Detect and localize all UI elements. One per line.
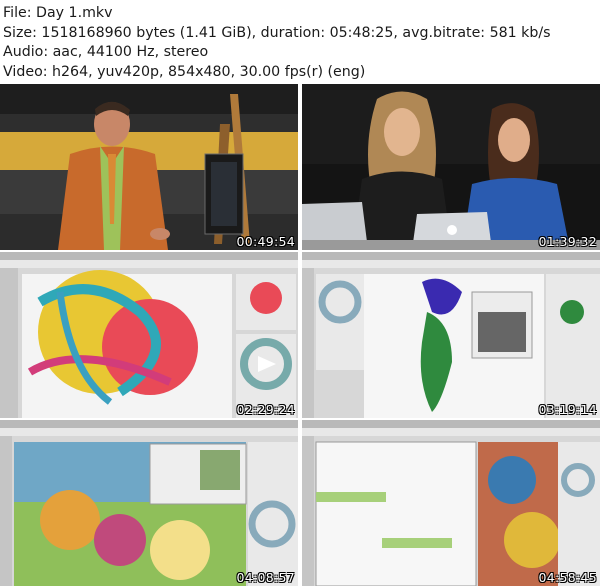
hosts-laptops-image bbox=[302, 84, 600, 250]
timestamp: 04:08:57 bbox=[236, 570, 295, 585]
file-name-line: File: Day 1.mkv bbox=[3, 5, 113, 21]
painter-abstract-image bbox=[0, 252, 298, 418]
thumbnail-painter-brushes[interactable]: 04:58:45 bbox=[302, 420, 600, 586]
timestamp: 02:29:24 bbox=[236, 402, 295, 417]
audio-info-line: Audio: aac, 44100 Hz, stereo bbox=[3, 44, 209, 61]
file-size-line: Size: 1518168960 bytes (1.41 GiB), durat… bbox=[3, 24, 551, 41]
painter-landscape-image bbox=[0, 420, 298, 586]
timestamp: 04:58:45 bbox=[538, 570, 597, 585]
presenter-easel-image bbox=[0, 84, 298, 250]
timestamp: 03:19:14 bbox=[538, 402, 597, 417]
thumbnail-presenter-easel[interactable]: 00:49:54 bbox=[0, 84, 298, 250]
timestamp: 00:49:54 bbox=[236, 234, 295, 249]
thumbnail-hosts-laptops[interactable]: 01:39:32 bbox=[302, 84, 600, 250]
thumbnail-painter-figure[interactable]: 03:19:14 bbox=[302, 252, 600, 418]
thumbnail-painter-landscape[interactable]: 04:08:57 bbox=[0, 420, 298, 586]
painter-figure-image bbox=[302, 252, 600, 418]
timestamp: 01:39:32 bbox=[538, 234, 597, 249]
painter-brushes-image bbox=[302, 420, 600, 586]
thumbnail-painter-abstract[interactable]: 02:29:24 bbox=[0, 252, 298, 418]
video-info-line: Video: h264, yuv420p, 854x480, 30.00 fps… bbox=[3, 63, 366, 80]
